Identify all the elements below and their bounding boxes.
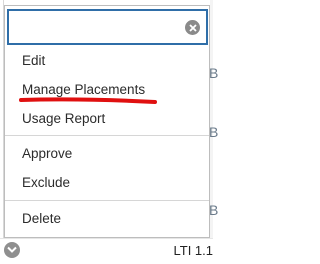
menu-item-usage-report[interactable]: Usage Report: [22, 111, 105, 127]
menu-item-approve[interactable]: Approve: [22, 146, 72, 162]
close-icon[interactable]: [185, 20, 200, 35]
background-edge-glyph: B: [209, 202, 219, 218]
actions-dropdown: Edit Manage Placements Usage Report Appr…: [4, 5, 210, 238]
menu-divider: [5, 200, 209, 201]
chevron-down-icon[interactable]: [4, 242, 20, 258]
search-input[interactable]: [13, 15, 183, 39]
menu-item-edit[interactable]: Edit: [22, 53, 45, 69]
page: B B B LTI 1.1 Edit Manage Placements Usa…: [0, 0, 218, 264]
menu-item-delete[interactable]: Delete: [22, 211, 61, 227]
background-edge-glyph: B: [209, 124, 219, 140]
row-type-label: LTI 1.1: [173, 243, 213, 258]
search-box: [7, 9, 208, 45]
menu-item-exclude[interactable]: Exclude: [22, 175, 70, 191]
background-edge-glyph: B: [209, 65, 219, 81]
menu-divider: [5, 135, 209, 136]
annotation-underline: [19, 97, 157, 104]
